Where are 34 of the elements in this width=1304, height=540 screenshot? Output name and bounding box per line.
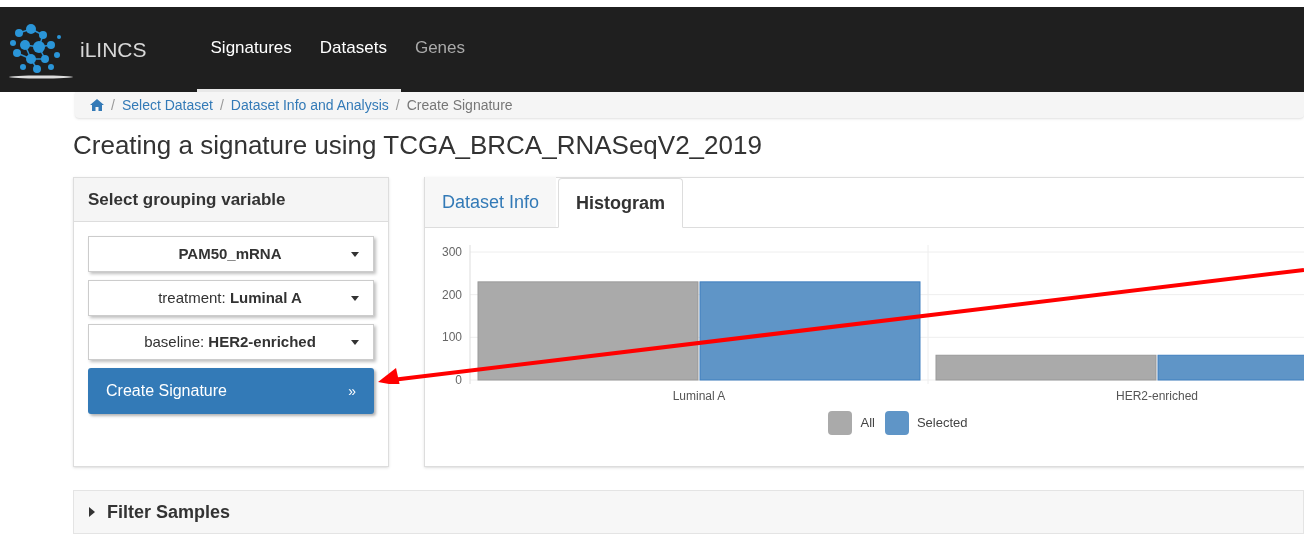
caret-icon bbox=[351, 251, 359, 257]
filter-samples-bar[interactable]: Filter Samples bbox=[73, 490, 1304, 534]
legend-label: All bbox=[860, 414, 875, 433]
breadcrumb-link[interactable]: Dataset Info and Analysis bbox=[230, 94, 389, 116]
category-label: HER2-enriched bbox=[1116, 389, 1198, 403]
breadcrumb-link[interactable]: Select Dataset bbox=[121, 94, 213, 116]
breadcrumb-separator: / bbox=[111, 95, 115, 115]
tab[interactable]: Histogram bbox=[558, 178, 684, 228]
page-title: Creating a signature using TCGA_BRCA_RNASeqV2_2019 bbox=[73, 129, 763, 161]
dropdown-value: treatment: Luminal A bbox=[157, 287, 303, 308]
create-signature-button[interactable]: Create Signature » bbox=[88, 368, 374, 414]
select-dropdown[interactable]: PAM50_mRNA bbox=[88, 236, 374, 272]
axis-tick-label: 200 bbox=[441, 287, 462, 302]
breadcrumb-current: Create Signature bbox=[406, 95, 513, 115]
breadcrumb-separator: / bbox=[219, 95, 224, 115]
select-dropdown[interactable]: treatment: Luminal A bbox=[88, 280, 374, 316]
caret-icon bbox=[351, 295, 359, 301]
select-dropdown[interactable]: baseline: HER2-enriched bbox=[88, 324, 374, 360]
brand-name[interactable]: iLINCS bbox=[80, 33, 147, 66]
axis-tick-label: 100 bbox=[441, 330, 462, 345]
caret-icon bbox=[351, 339, 359, 345]
nav-link[interactable]: Genes bbox=[400, 7, 479, 92]
home-icon[interactable] bbox=[90, 99, 104, 111]
dropdown-value: baseline: HER2-enriched bbox=[143, 331, 317, 352]
panel-title: Select grouping variable bbox=[88, 188, 286, 211]
legend-label: Selected bbox=[916, 414, 968, 433]
breadcrumb-separator: / bbox=[395, 95, 400, 115]
triangle-icon bbox=[89, 507, 95, 517]
dropdown-value: PAM50_mRNA bbox=[177, 243, 283, 264]
tab[interactable]: Dataset Info bbox=[425, 177, 557, 227]
axis-tick-label: 300 bbox=[441, 245, 462, 259]
section-title: Filter Samples bbox=[107, 500, 231, 524]
category-label: Luminal A bbox=[672, 389, 726, 403]
axis-tick-label: 0 bbox=[455, 373, 462, 387]
